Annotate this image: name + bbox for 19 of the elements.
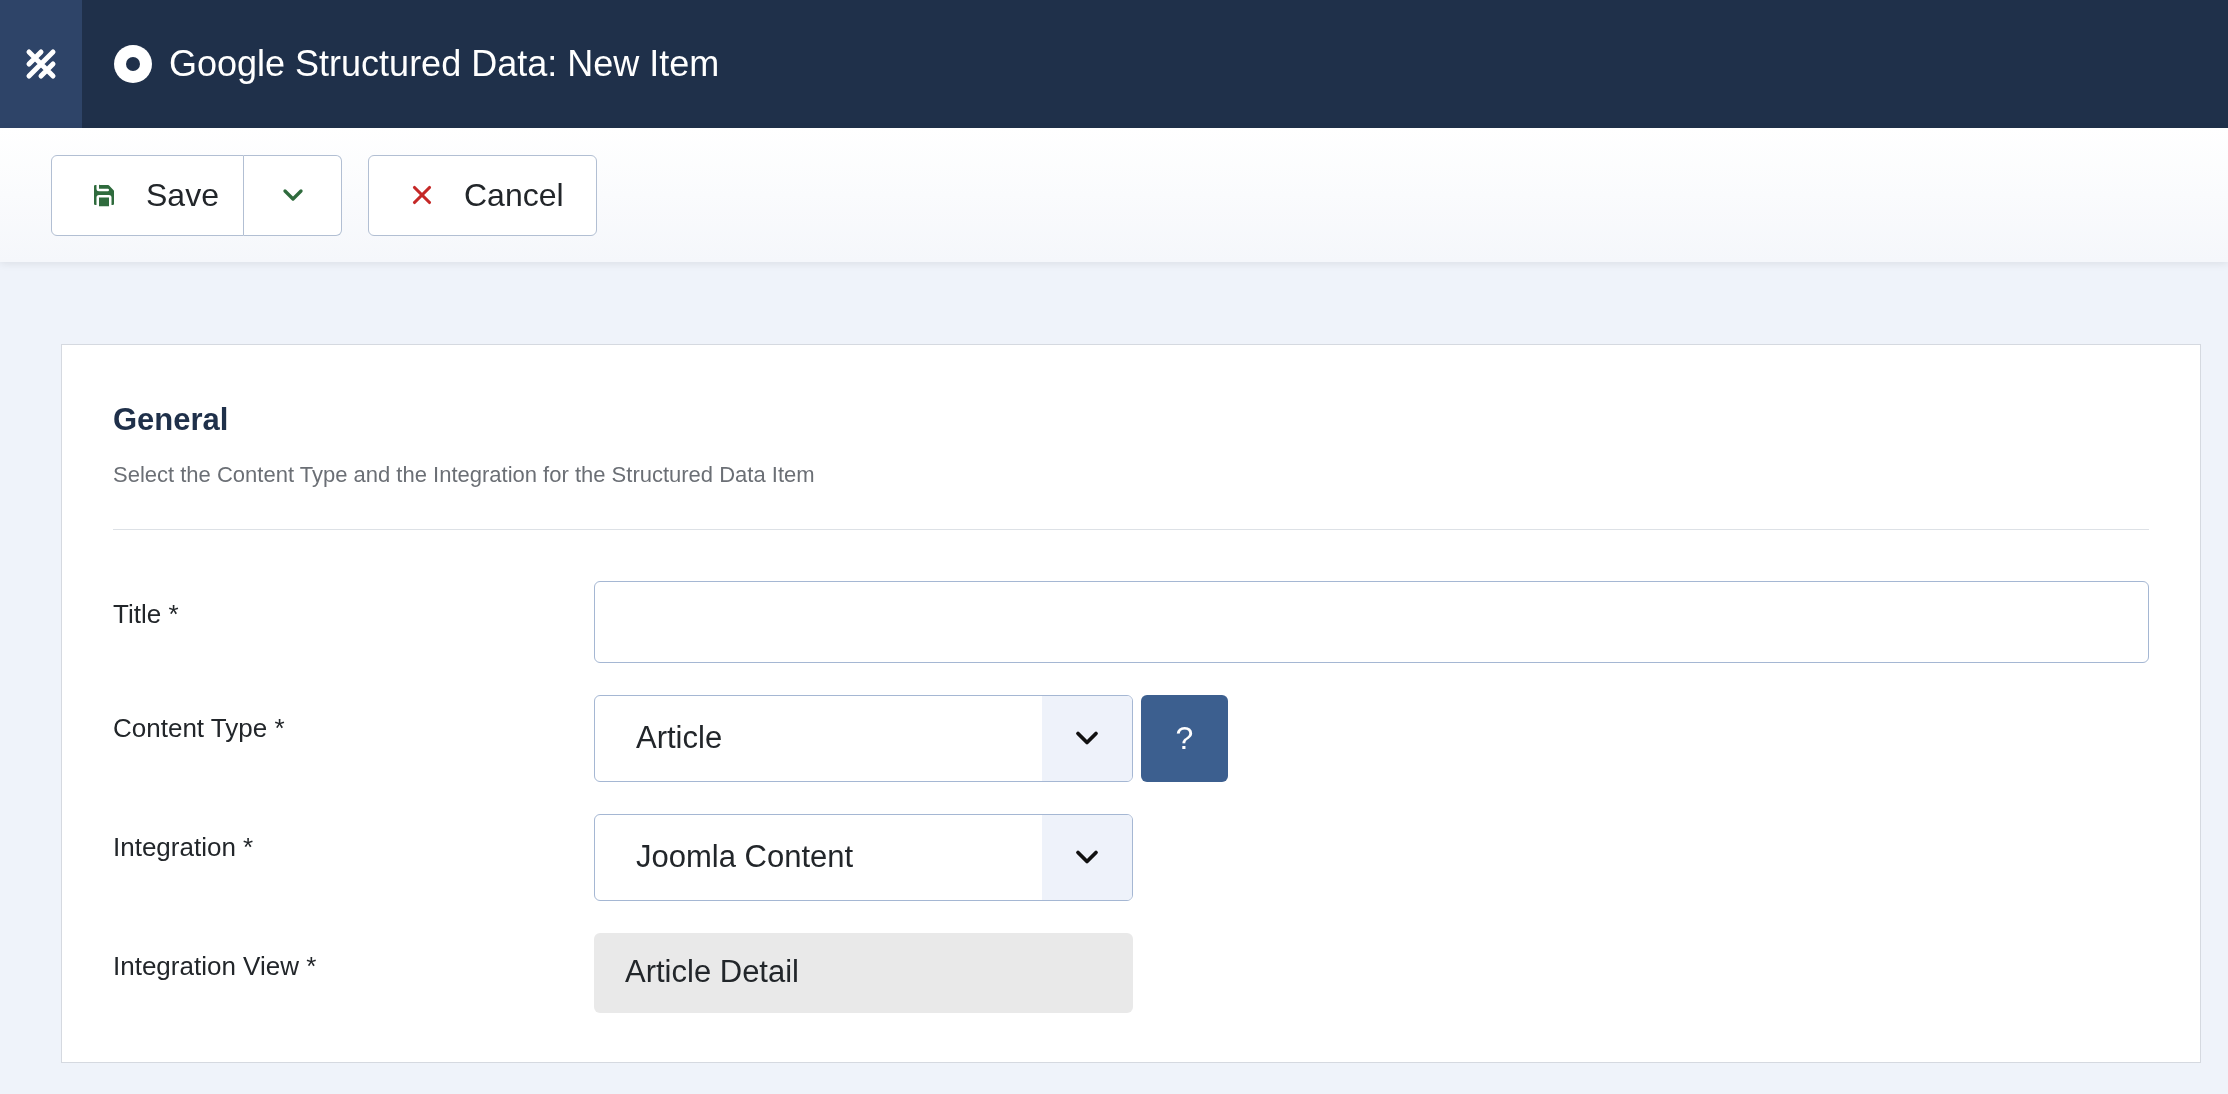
select-field[interactable]: Article [594, 694, 1133, 782]
field-label: Integration * [113, 830, 255, 864]
field-label: Content Type * [113, 711, 286, 745]
readonly-field: Article Detail [594, 932, 1133, 1013]
field-label: Integration View * [113, 949, 318, 983]
field-label: Title * [113, 597, 180, 631]
section-description: Select the Content Type and the Integration for the Structured Data Item [113, 460, 816, 489]
select-field[interactable]: Joomla Content [594, 813, 1133, 901]
title-input[interactable] [594, 580, 2149, 663]
select-value: Joomla Content [635, 837, 855, 876]
cancel-button[interactable]: Cancel [368, 154, 597, 236]
save-dropdown-button[interactable] [244, 154, 342, 236]
logo-tile[interactable] [0, 0, 82, 128]
select-value: Article [635, 718, 724, 757]
save-button[interactable]: Save [51, 154, 244, 236]
target-icon [114, 45, 152, 83]
help-button[interactable]: ? [1141, 694, 1228, 782]
page-title: Google Structured Data: New Item [169, 42, 720, 86]
section-title: General [113, 401, 230, 439]
